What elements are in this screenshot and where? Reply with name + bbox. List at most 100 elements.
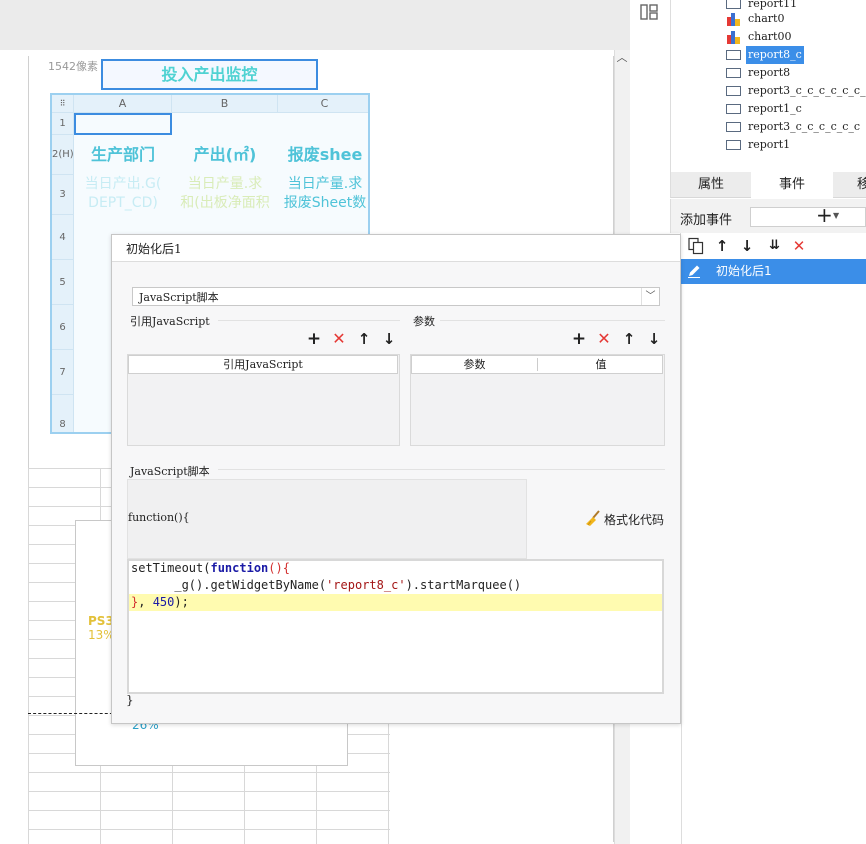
- script-type-value: JavaScript脚本: [139, 291, 219, 304]
- ref-move-up-icon[interactable]: ↑: [355, 330, 373, 348]
- code-token: );: [174, 595, 189, 609]
- row-header-7[interactable]: 7: [52, 350, 74, 395]
- sheet-corner[interactable]: ⠿: [52, 95, 74, 113]
- desc-cell-dept-line1: 当日产出.G(: [84, 176, 162, 192]
- report-icon: [726, 122, 741, 132]
- tree-item-label: chart00: [748, 30, 792, 43]
- move-bottom-icon[interactable]: ⇊: [764, 237, 782, 255]
- selected-cell-a1[interactable]: [74, 113, 172, 135]
- ref-js-section-label: 引用JavaScript: [130, 315, 210, 328]
- code-token: (){: [268, 561, 290, 575]
- column-header-a[interactable]: A: [74, 95, 172, 113]
- chart-icon: [727, 31, 740, 44]
- report-icon: [726, 104, 741, 114]
- panel-tabs: 属性 事件 移: [670, 172, 866, 198]
- current-line-highlight: [129, 594, 662, 611]
- code-token: ).startMarquee(): [405, 578, 522, 592]
- desc-cell-output-line2: 和(出板净面积: [180, 195, 270, 211]
- script-section-label: JavaScript脚本: [130, 465, 210, 478]
- code-token: 'report8_c': [326, 578, 406, 592]
- row-header-3[interactable]: 3: [52, 175, 74, 215]
- broom-icon[interactable]: [584, 510, 602, 528]
- copy-icon[interactable]: [687, 237, 705, 255]
- ref-move-down-icon[interactable]: ↓: [380, 330, 398, 348]
- ref-js-table-header: 引用JavaScript: [128, 355, 398, 374]
- chart-dashed-line: [28, 713, 118, 714]
- header-cell-scrap[interactable]: 报废shee: [278, 135, 368, 175]
- function-signature: function(){: [128, 511, 190, 524]
- ref-delete-icon[interactable]: ✕: [330, 330, 348, 348]
- event-list: [681, 259, 866, 844]
- report-icon: [726, 0, 741, 9]
- dialog-header: [112, 235, 680, 262]
- tree-item-label: report8: [748, 66, 791, 79]
- chart-icon: [727, 13, 740, 26]
- desc-cell-scrap-line2: 报废Sheet数: [283, 195, 367, 211]
- tree-item-label: report3_c_c_c_c_c_c_c: [748, 84, 866, 97]
- delete-icon[interactable]: ✕: [790, 237, 808, 255]
- tree-item-label: report3_c_c_c_c_c_c: [748, 120, 861, 133]
- code-token: _g: [131, 578, 189, 592]
- tree-item-label: report1: [748, 138, 791, 151]
- param-divider: [440, 320, 665, 321]
- code-line-2: _g().getWidgetByName('report8_c').startM…: [131, 577, 521, 594]
- tab-move[interactable]: 移: [833, 172, 866, 198]
- chevron-down-icon[interactable]: ﹀: [641, 288, 659, 305]
- code-token: ().getWidgetByName(: [188, 578, 327, 592]
- param-move-down-icon[interactable]: ↓: [645, 330, 663, 348]
- header-cell-dept[interactable]: 生产部门: [74, 135, 172, 175]
- move-down-icon[interactable]: ↓: [738, 237, 756, 255]
- param-add-icon[interactable]: +: [570, 330, 588, 348]
- param-move-up-icon[interactable]: ↑: [620, 330, 638, 348]
- code-line-3: }, 450);: [131, 594, 189, 611]
- dialog-title: 初始化后1: [126, 242, 182, 256]
- plus-icon[interactable]: +: [816, 204, 833, 226]
- layout-toggle-icon[interactable]: [640, 4, 658, 20]
- code-token: function: [210, 561, 269, 575]
- param-section-label: 参数: [413, 315, 435, 328]
- tab-events[interactable]: 事件: [751, 172, 833, 198]
- caret-down-icon[interactable]: ▼: [833, 211, 839, 220]
- desc-cell-scrap-line1: 当日产量.求: [287, 176, 363, 192]
- desc-cell-output-line1: 当日产量.求: [187, 176, 263, 192]
- desc-cell-scrap[interactable]: 当日产量.求 报废Sheet数: [278, 175, 368, 215]
- row-header-4[interactable]: 4: [52, 215, 74, 260]
- param-table-header: 参数 值: [411, 355, 663, 374]
- report-icon: [726, 140, 741, 150]
- header-cell-output[interactable]: 产出(㎡): [172, 135, 278, 175]
- add-event-dropdown[interactable]: [750, 207, 866, 227]
- code-line-1: setTimeout(function(){: [131, 560, 290, 577]
- tree-item-label: chart0: [748, 12, 785, 25]
- column-header-c[interactable]: C: [278, 95, 368, 113]
- tree-item-label: report1_c: [748, 102, 802, 115]
- code-token: ,: [138, 595, 153, 609]
- ref-add-icon[interactable]: +: [305, 330, 323, 348]
- code-token: 450: [152, 595, 175, 609]
- report-icon: [726, 68, 741, 78]
- pixel-size-label: 1542像素: [48, 60, 98, 73]
- canvas-top-bar: [0, 0, 630, 50]
- event-item-after-init[interactable]: [681, 259, 866, 284]
- row-header-8[interactable]: 8: [52, 395, 74, 432]
- row-header-5[interactable]: 5: [52, 260, 74, 305]
- value-col-header: 值: [595, 358, 607, 371]
- title-widget[interactable]: 投入产出监控: [101, 59, 318, 90]
- row-header-1[interactable]: 1: [52, 113, 74, 135]
- column-header-b[interactable]: B: [172, 95, 278, 113]
- param-delete-icon[interactable]: ✕: [595, 330, 613, 348]
- widget-tree[interactable]: report11 chart0 chart00 report8_c report…: [670, 0, 866, 172]
- code-token: setTimeout(: [131, 561, 211, 575]
- edit-pencil-icon: [688, 265, 700, 278]
- desc-cell-dept-line2: DEPT_CD): [88, 195, 158, 211]
- row-header-6[interactable]: 6: [52, 305, 74, 350]
- move-up-icon[interactable]: ↑: [713, 237, 731, 255]
- report-icon: [726, 86, 741, 96]
- format-code-button[interactable]: 格式化代码: [604, 511, 664, 528]
- tab-properties[interactable]: 属性: [671, 172, 751, 198]
- function-closing-brace: }: [126, 693, 134, 707]
- desc-cell-output[interactable]: 当日产量.求 和(出板净面积: [172, 175, 278, 215]
- row-header-2[interactable]: 2(H): [52, 135, 74, 175]
- scroll-up-icon[interactable]: ︿: [614, 50, 630, 66]
- event-item-label: 初始化后1: [716, 264, 772, 278]
- desc-cell-dept[interactable]: 当日产出.G( DEPT_CD): [74, 175, 172, 215]
